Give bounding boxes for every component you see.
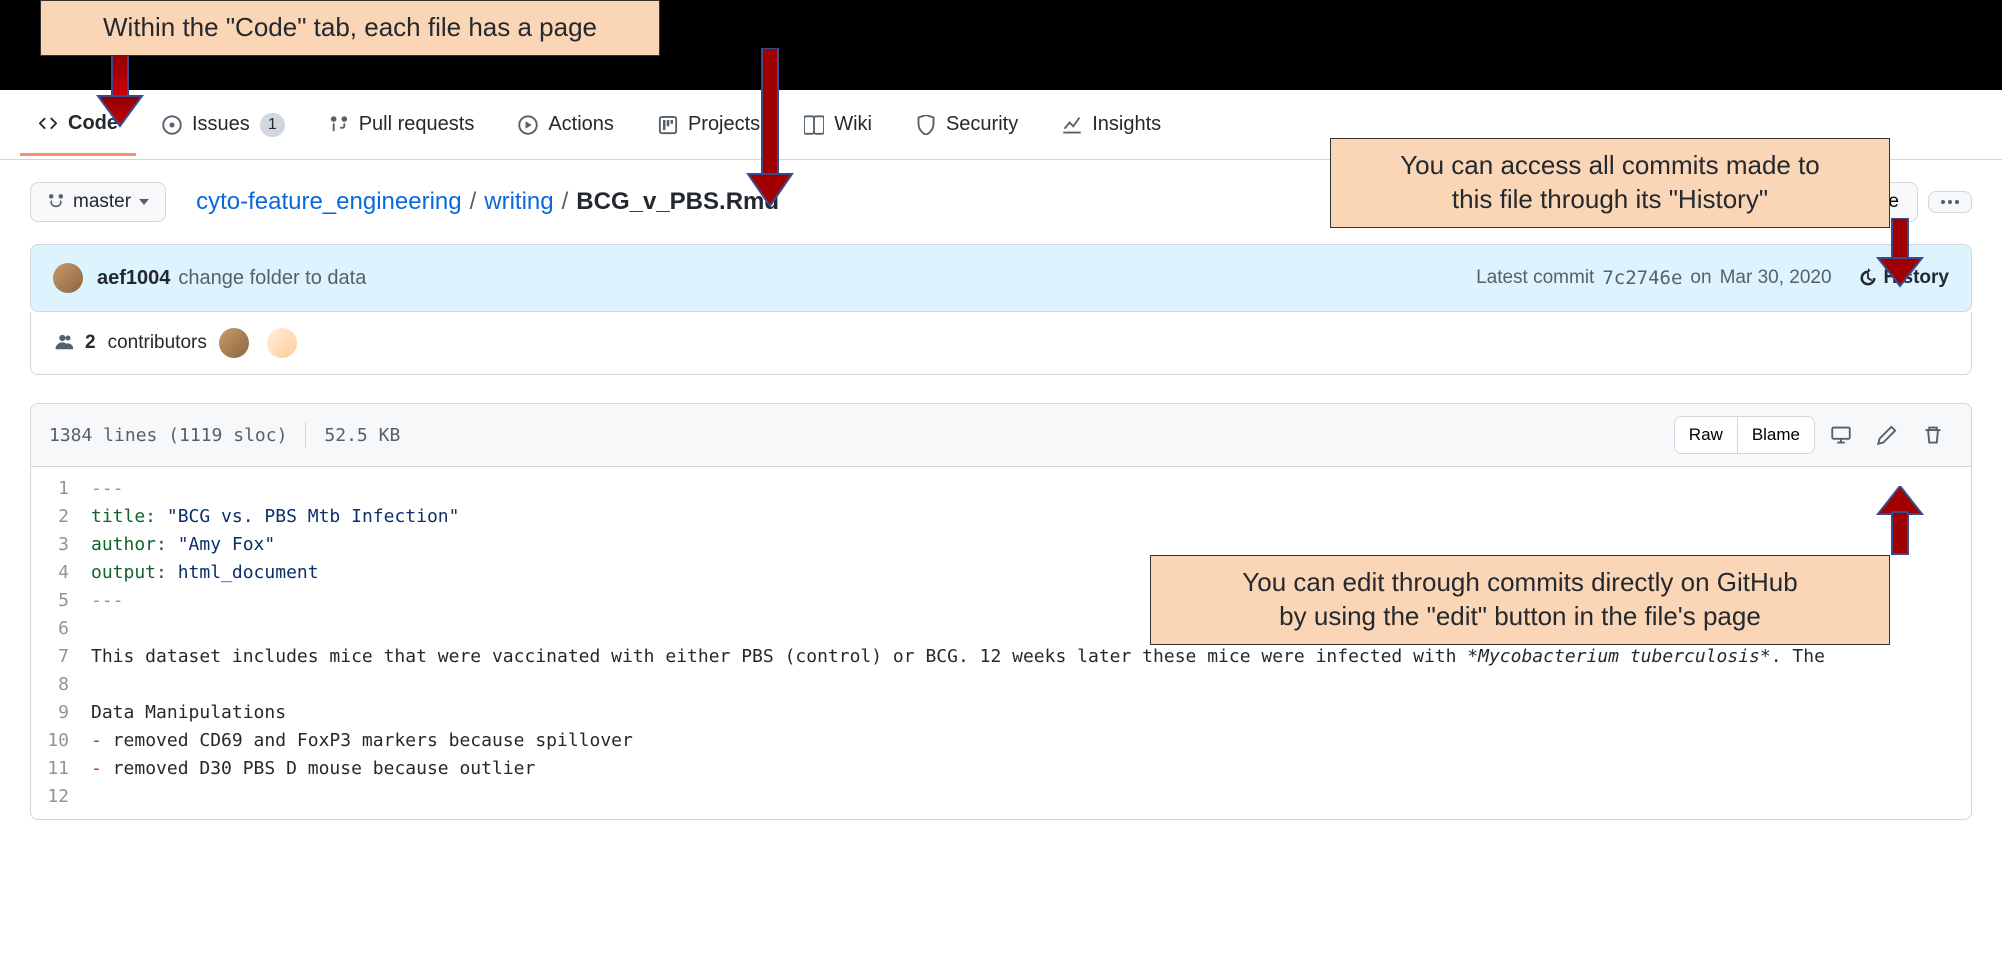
annotation-top: Within the "Code" tab, each file has a p… — [40, 0, 660, 56]
breadcrumb-sep: / — [466, 188, 481, 216]
trash-icon — [1923, 425, 1943, 445]
branch-select-button[interactable]: master — [30, 182, 166, 222]
commit-date-prefix: on — [1690, 267, 1711, 289]
contributors-label: contributors — [108, 332, 207, 354]
tab-insights-label: Insights — [1092, 113, 1161, 136]
annotation-history: You can access all commits made to this … — [1330, 138, 1890, 228]
tab-wiki-label: Wiki — [834, 113, 872, 136]
file-lines: 1384 lines (1119 sloc) — [49, 425, 287, 446]
branch-name: master — [73, 191, 131, 213]
contributors-box: 2 contributors — [30, 312, 1972, 375]
more-options-button[interactable] — [1928, 191, 1972, 213]
arrow-down-icon — [90, 48, 150, 128]
pull-request-icon — [329, 115, 349, 135]
code-line: output: html_document — [91, 559, 319, 587]
breadcrumb-repo[interactable]: cyto-feature_engineering — [196, 188, 462, 216]
latest-commit-box: aef1004 change folder to data Latest com… — [30, 244, 1972, 312]
arrow-down-icon — [1870, 218, 1930, 288]
code-line: --- — [91, 587, 124, 615]
tab-wiki[interactable]: Wiki — [786, 95, 890, 154]
contributor-avatar[interactable] — [219, 328, 249, 358]
code-line: This dataset includes mice that were vac… — [91, 643, 1825, 671]
shield-icon — [916, 115, 936, 135]
avatar[interactable] — [53, 263, 83, 293]
blame-button[interactable]: Blame — [1737, 417, 1814, 453]
tab-pulls-label: Pull requests — [359, 113, 475, 136]
code-line: - removed CD69 and FoxP3 markers because… — [91, 727, 633, 755]
code-line: author: "Amy Fox" — [91, 531, 275, 559]
code-line: --- — [91, 475, 124, 503]
pencil-icon — [1877, 425, 1897, 445]
play-icon — [518, 115, 538, 135]
breadcrumb: cyto-feature_engineering / writing / BCG… — [196, 188, 779, 216]
tab-actions-label: Actions — [548, 113, 614, 136]
commit-sha[interactable]: 7c2746e — [1602, 267, 1682, 289]
tab-actions[interactable]: Actions — [500, 95, 632, 154]
tab-insights[interactable]: Insights — [1044, 95, 1179, 154]
annotation-edit: You can edit through commits directly on… — [1150, 555, 1890, 645]
raw-blame-group: Raw Blame — [1674, 416, 1815, 454]
commit-author[interactable]: aef1004 — [97, 267, 170, 290]
file-header: 1384 lines (1119 sloc) 52.5 KB Raw Blame — [31, 404, 1971, 467]
tab-issues-label: Issues — [192, 113, 250, 136]
delete-button[interactable] — [1913, 417, 1953, 453]
tab-security-label: Security — [946, 113, 1018, 136]
arrow-down-icon — [740, 48, 800, 208]
commit-date[interactable]: Mar 30, 2020 — [1720, 267, 1832, 289]
git-branch-icon — [47, 193, 65, 211]
project-icon — [658, 115, 678, 135]
tab-pulls[interactable]: Pull requests — [311, 95, 493, 154]
desktop-button[interactable] — [1821, 417, 1861, 453]
issue-icon — [162, 115, 182, 135]
tab-issues[interactable]: Issues 1 — [144, 95, 303, 155]
contributor-avatar[interactable] — [267, 328, 297, 358]
commit-message[interactable]: change folder to data — [178, 267, 366, 290]
desktop-icon — [1831, 425, 1851, 445]
book-icon — [804, 115, 824, 135]
triangle-down-icon — [139, 197, 149, 207]
kebab-icon — [1941, 200, 1959, 204]
code-line: Data Manipulations — [91, 699, 286, 727]
latest-commit-label: Latest commit — [1476, 267, 1594, 289]
graph-icon — [1062, 115, 1082, 135]
arrow-up-icon — [1870, 486, 1930, 556]
breadcrumb-sep: / — [558, 188, 573, 216]
issues-count-badge: 1 — [260, 113, 285, 137]
people-icon — [53, 333, 73, 353]
code-line: title: "BCG vs. PBS Mtb Infection" — [91, 503, 459, 531]
main-container: master cyto-feature_engineering / writin… — [0, 160, 2002, 842]
edit-button[interactable] — [1867, 417, 1907, 453]
raw-button[interactable]: Raw — [1675, 417, 1737, 453]
code-icon — [38, 114, 58, 134]
contributors-count: 2 — [85, 332, 96, 354]
file-size: 52.5 KB — [324, 425, 400, 446]
tab-security[interactable]: Security — [898, 95, 1036, 154]
code-line: - removed D30 PBS D mouse because outlie… — [91, 755, 535, 783]
breadcrumb-folder[interactable]: writing — [484, 188, 553, 216]
